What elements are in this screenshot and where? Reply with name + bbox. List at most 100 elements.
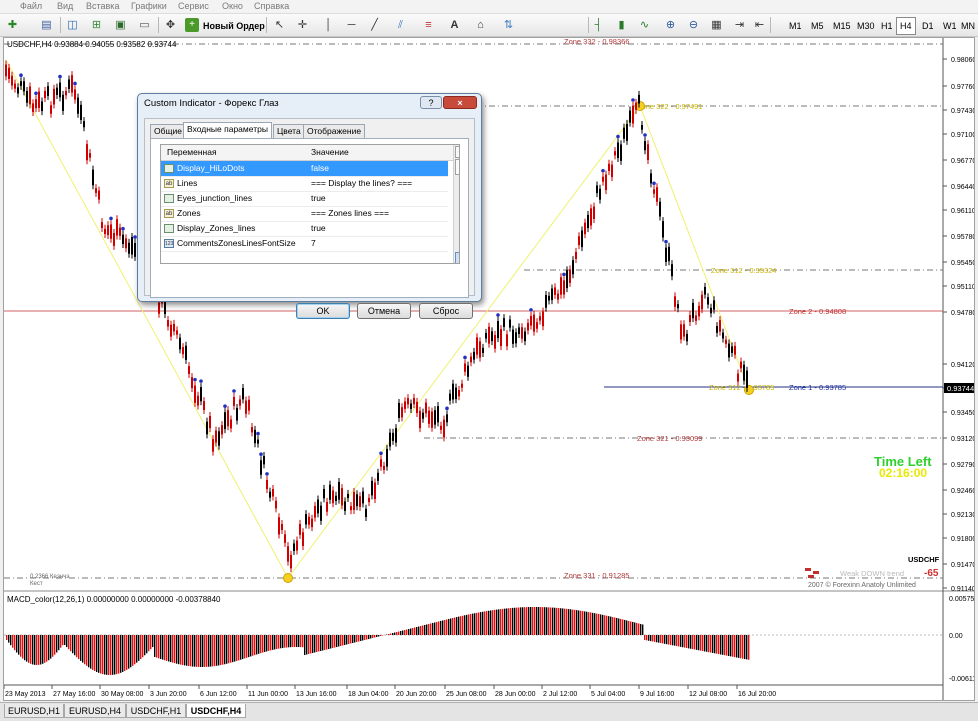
macd-bar [56, 635, 58, 653]
tab-input-parameters[interactable]: Входные параметры [183, 122, 272, 139]
macd-bar [536, 607, 538, 635]
new-order-icon[interactable]: + [185, 18, 199, 32]
cursor-icon[interactable]: ↖ [271, 17, 288, 33]
strategy-tester-icon[interactable]: ✥ [162, 17, 179, 33]
macd-bar [622, 619, 624, 635]
macd-bar [350, 635, 352, 644]
vertical-line-icon[interactable]: │ [320, 17, 337, 33]
macd-bar [270, 635, 272, 651]
crosshair-icon[interactable]: ✛ [294, 17, 311, 33]
candle-body [77, 97, 79, 114]
new-chart-icon[interactable]: ✚ [4, 17, 21, 33]
new-order-button[interactable]: Новый Ордер [199, 17, 269, 35]
macd-bar [44, 635, 46, 663]
tab-eurusd-h1[interactable]: EURUSD,H1 [4, 704, 64, 718]
market-watch-icon[interactable]: ◫ [64, 17, 81, 33]
timeframe-m1[interactable]: M1 [785, 17, 806, 35]
timeframe-mn[interactable]: MN [957, 17, 978, 35]
table-row[interactable]: 123 CommentsZonesLinesFontSize 7 [161, 236, 448, 252]
terminal-icon[interactable]: ▭ [136, 17, 153, 33]
data-window-icon[interactable]: ⊞ [88, 17, 105, 33]
macd-bar [464, 615, 466, 635]
macd-bar [402, 630, 404, 635]
menu-charts[interactable]: Графики [131, 0, 167, 13]
scroll-up-icon[interactable]: ▲ [455, 146, 459, 158]
label-icon[interactable]: ⌂ [472, 17, 489, 33]
tab-colors[interactable]: Цвета [273, 124, 305, 138]
tile-windows-icon[interactable]: ▦ [708, 17, 725, 33]
tab-general[interactable]: Общие [150, 124, 186, 138]
table-row[interactable]: chart Display_HiLoDots false [161, 161, 448, 177]
reset-button[interactable]: Сброс [419, 303, 473, 319]
tab-usdchf-h4[interactable]: USDCHF,H4 [186, 704, 246, 718]
timeframe-m5[interactable]: M5 [807, 17, 828, 35]
arrows-icon[interactable]: ⇅ [500, 17, 517, 33]
menu-insert[interactable]: Вставка [86, 0, 119, 13]
chart-shift-icon[interactable]: ⇤ [751, 17, 768, 33]
zoom-in-icon[interactable]: ⊕ [662, 17, 679, 33]
profiles-icon[interactable]: ▤ [38, 17, 55, 33]
table-row[interactable]: chart Eyes_junction_lines true [161, 191, 448, 207]
line-chart-icon[interactable]: ∿ [636, 17, 653, 33]
candle-body [554, 287, 556, 295]
scroll-down-icon[interactable]: ▼ [455, 252, 459, 263]
table-row[interactable]: chart Display_Zones_lines true [161, 221, 448, 237]
row-value[interactable]: false [311, 161, 329, 176]
hilo-dot [34, 91, 38, 96]
fibonacci-icon[interactable]: ≡ [420, 17, 437, 33]
price-tick-label: 0.94120 [951, 362, 974, 369]
close-button[interactable]: × [443, 96, 477, 109]
navigator-icon[interactable]: ▣ [112, 17, 129, 33]
menu-file[interactable]: Файл [20, 0, 42, 13]
menu-window[interactable]: Окно [222, 0, 243, 13]
macd-bar [344, 635, 346, 645]
timeframe-m30[interactable]: M30 [853, 17, 879, 35]
menu-help[interactable]: Справка [254, 0, 289, 13]
row-value[interactable]: true [311, 191, 326, 206]
macd-bar [234, 635, 236, 662]
macd-bar [540, 607, 542, 635]
candlestick-icon[interactable]: ▮ [613, 17, 630, 33]
help-button[interactable]: ? [420, 96, 442, 109]
menu-tools[interactable]: Сервис [178, 0, 209, 13]
pivot-dot [283, 573, 293, 583]
timeframe-h1[interactable]: H1 [877, 17, 897, 35]
candle-body [338, 481, 340, 500]
table-row[interactable]: ab Lines === Display the lines? === [161, 176, 448, 192]
timeframe-h4[interactable]: H4 [896, 17, 916, 35]
candle-body [464, 363, 466, 372]
tab-visualization[interactable]: Отображение [303, 124, 366, 138]
candle-body [461, 383, 463, 388]
table-row[interactable]: ab Zones === Zones lines === [161, 206, 448, 222]
ok-button[interactable]: OK [296, 303, 350, 319]
macd-bar [684, 635, 686, 648]
macd-bar [712, 635, 714, 653]
candle-body [578, 236, 580, 246]
row-value[interactable]: === Zones lines === [311, 206, 389, 221]
table-scrollbar[interactable]: ▲ ▼ [453, 145, 459, 263]
channel-icon[interactable]: ⫽ [392, 17, 409, 33]
macd-bar [614, 617, 616, 635]
row-value[interactable]: 7 [311, 236, 316, 251]
column-value[interactable]: Значение [311, 145, 349, 160]
candle-body [59, 82, 61, 98]
cancel-button[interactable]: Отмена [357, 303, 411, 319]
text-icon[interactable]: A [446, 17, 463, 33]
scroll-thumb[interactable] [455, 159, 459, 175]
candle-body [203, 401, 205, 411]
autoscroll-icon[interactable]: ⇥ [731, 17, 748, 33]
bar-chart-icon[interactable]: ┤ [590, 17, 607, 33]
tab-eurusd-h4[interactable]: EURUSD,H4 [64, 704, 126, 718]
trendline-icon[interactable]: ╱ [366, 17, 383, 33]
macd-bar [738, 635, 740, 658]
macd-bar [442, 620, 444, 635]
horizontal-line-icon[interactable]: ─ [343, 17, 360, 33]
column-variable[interactable]: Переменная [167, 145, 217, 160]
menu-view[interactable]: Вид [57, 0, 73, 13]
zoom-out-icon[interactable]: ⊖ [685, 17, 702, 33]
row-value[interactable]: true [311, 221, 326, 236]
timeframe-m15[interactable]: M15 [829, 17, 855, 35]
timeframe-d1[interactable]: D1 [918, 17, 938, 35]
row-value[interactable]: === Display the lines? === [311, 176, 412, 191]
tab-usdchf-h1[interactable]: USDCHF,H1 [126, 704, 186, 718]
